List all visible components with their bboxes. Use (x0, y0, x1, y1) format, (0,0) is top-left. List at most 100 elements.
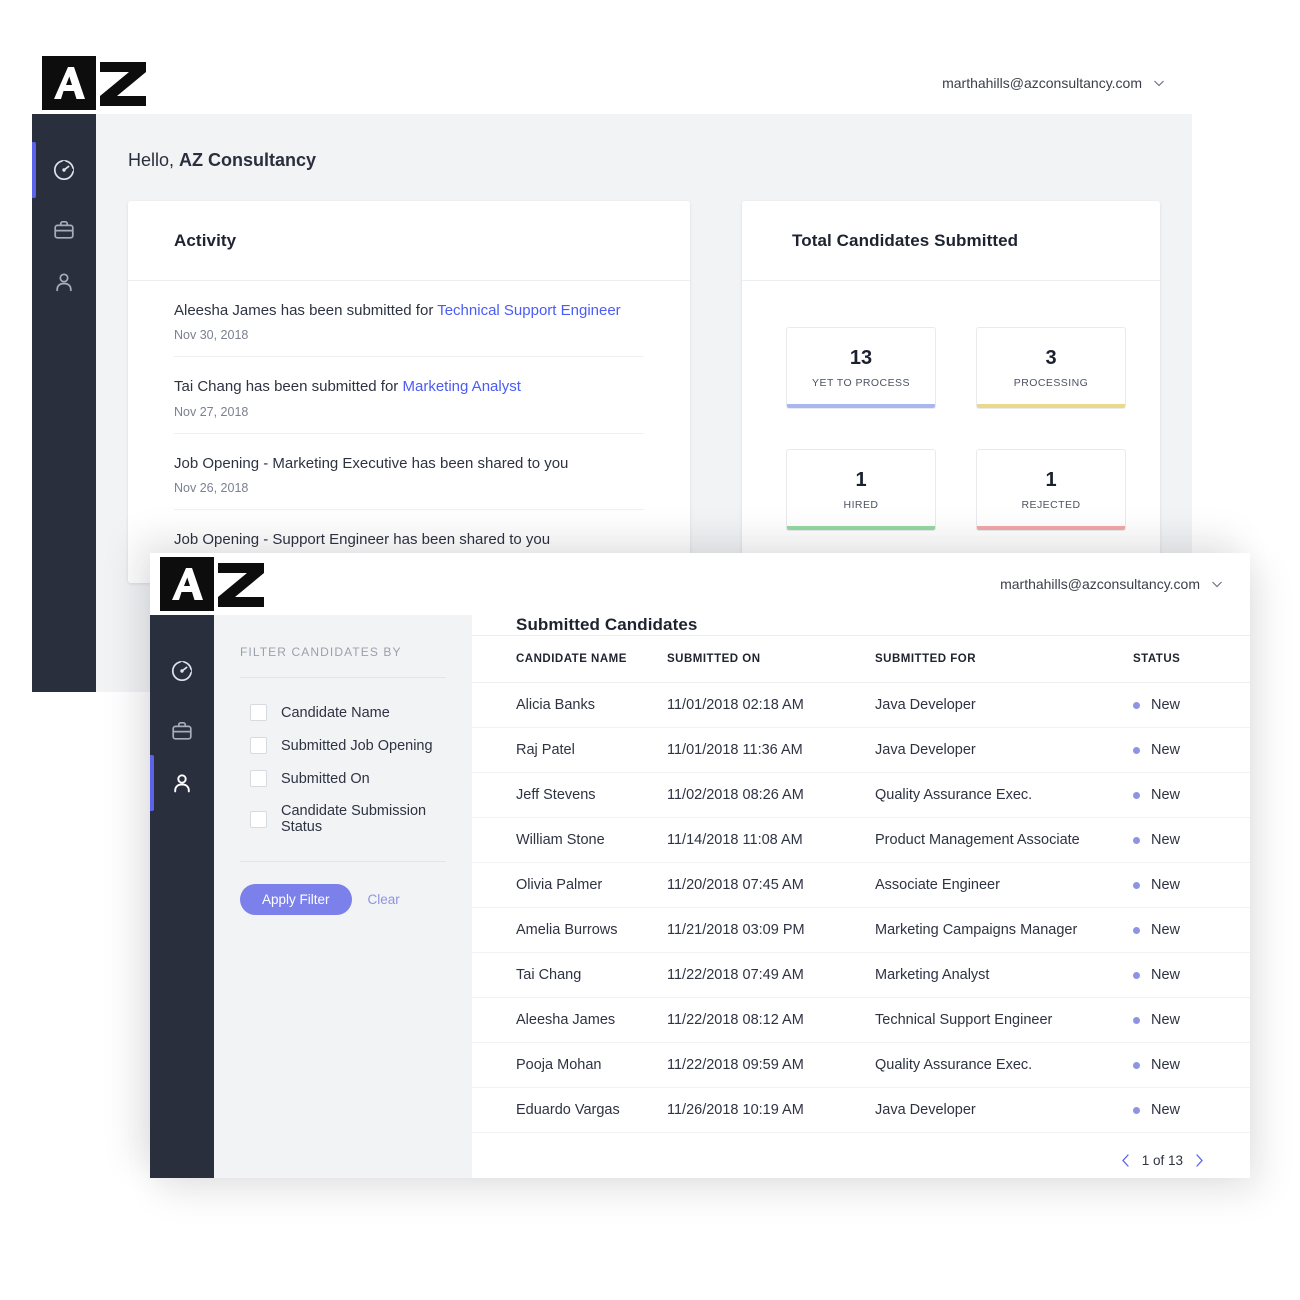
status-dot-icon (1133, 926, 1140, 934)
filter-option-submitted-job-opening[interactable]: Submitted Job Opening (250, 737, 446, 754)
table-row[interactable]: Tai Chang 11/22/2018 07:49 AM Marketing … (472, 952, 1250, 998)
activity-item-link[interactable]: Marketing Analyst (402, 378, 520, 395)
checkbox[interactable] (250, 737, 267, 754)
stat-card-rejected[interactable]: 1 REJECTED (976, 449, 1126, 531)
sidebar-item-candidates[interactable] (32, 256, 96, 308)
checkbox[interactable] (250, 810, 267, 828)
greeting-prefix: Hello, (128, 150, 180, 170)
filter-option-candidate-name[interactable]: Candidate Name (250, 704, 446, 721)
cell-submitted-for: Technical Support Engineer (875, 997, 1133, 1043)
sidebar-item-candidates[interactable] (150, 755, 214, 811)
cell-status: New (1133, 1087, 1250, 1133)
filter-option-candidate-submission-status[interactable]: Candidate Submission Status (250, 803, 446, 835)
table-row[interactable]: Aleesha James 11/22/2018 08:12 AM Techni… (472, 997, 1250, 1043)
checkbox[interactable] (250, 770, 267, 787)
status-label: New (1151, 1057, 1181, 1073)
stat-card-yet-to-process[interactable]: 13 YET TO PROCESS (786, 327, 936, 409)
activity-title: Activity (174, 230, 237, 250)
logo-a-icon (160, 557, 214, 611)
filter-option-label: Candidate Submission Status (281, 803, 427, 835)
activity-card-header: Activity (128, 201, 690, 281)
activity-item[interactable]: Aleesha James has been submitted for Tec… (174, 281, 644, 358)
cell-candidate-name: Eduardo Vargas (472, 1087, 667, 1133)
stat-card-processing[interactable]: 3 PROCESSING (976, 327, 1126, 409)
page-greeting: Hello, AZ Consultancy (128, 150, 1160, 171)
cell-candidate-name: Jeff Stevens (472, 772, 667, 818)
person-icon (56, 273, 72, 292)
activity-item-date: Nov 26, 2018 (174, 480, 249, 495)
filter-option-label: Submitted Job Opening (281, 737, 433, 754)
sidebar-active-indicator (32, 142, 36, 198)
cell-candidate-name: William Stone (472, 817, 667, 863)
brand-logo[interactable] (160, 557, 266, 611)
table-row[interactable]: Jeff Stevens 11/02/2018 08:26 AM Quality… (472, 772, 1250, 818)
table-row[interactable]: Alicia Banks 11/01/2018 02:18 AM Java De… (472, 682, 1250, 728)
filter-option-label: Candidate Name (281, 704, 390, 721)
activity-item[interactable]: Job Opening - Marketing Executive has be… (174, 434, 644, 510)
sidebar-item-dashboard[interactable] (32, 136, 96, 204)
stat-card-hired[interactable]: 1 HIRED (786, 449, 936, 531)
column-header-candidate-name[interactable]: CANDIDATE NAME (472, 636, 667, 683)
candidates-sidebar (150, 615, 214, 1178)
cell-status: New (1133, 862, 1250, 908)
column-header-submitted-on[interactable]: SUBMITTED ON (667, 636, 875, 683)
submitted-candidates-table: CANDIDATE NAME SUBMITTED ON SUBMITTED FO… (472, 636, 1250, 1133)
column-header-status[interactable]: STATUS (1133, 636, 1250, 683)
pagination-label: 1 of 13 (1141, 1153, 1183, 1168)
table-row[interactable]: Olivia Palmer 11/20/2018 07:45 AM Associ… (472, 862, 1250, 908)
apply-filter-button[interactable]: Apply Filter (240, 884, 352, 915)
cell-status: New (1133, 817, 1250, 863)
stat-accent-bar (787, 404, 935, 408)
status-label: New (1151, 742, 1181, 758)
stat-label: YET TO PROCESS (812, 376, 910, 389)
cell-candidate-name: Tai Chang (472, 952, 667, 998)
clear-filter-button[interactable]: Clear (368, 892, 400, 907)
table-row[interactable]: Raj Patel 11/01/2018 11:36 AM Java Devel… (472, 727, 1250, 773)
status-dot-icon (1133, 881, 1140, 889)
chevron-down-icon (1212, 581, 1222, 588)
checkbox[interactable] (250, 704, 267, 721)
cell-status: New (1133, 682, 1250, 728)
column-header-submitted-for[interactable]: SUBMITTED FOR (875, 636, 1133, 683)
status-dot-icon (1133, 746, 1140, 754)
dashboard-topbar: marthahills@azconsultancy.com (32, 52, 1192, 114)
table-row[interactable]: Eduardo Vargas 11/26/2018 10:19 AM Java … (472, 1087, 1250, 1133)
cell-submitted-on: 11/01/2018 02:18 AM (667, 682, 875, 728)
activity-item-link[interactable]: Technical Support Engineer (437, 302, 620, 319)
stat-accent-bar (977, 526, 1125, 530)
stat-value: 1 (1045, 468, 1057, 491)
activity-item-text: Tai Chang has been submitted for Marketi… (174, 377, 644, 397)
brand-logo[interactable] (42, 56, 148, 110)
chevron-right-icon[interactable] (1193, 1153, 1206, 1168)
candidates-table-panel: Submitted Candidates CANDIDATE NAME SUBM… (472, 615, 1250, 1178)
table-row[interactable]: Pooja Mohan 11/22/2018 09:59 AM Quality … (472, 1042, 1250, 1088)
cell-submitted-for: Java Developer (875, 1087, 1133, 1133)
activity-list: Aleesha James has been submitted for Tec… (128, 281, 690, 583)
cell-candidate-name: Amelia Burrows (472, 907, 667, 953)
cell-submitted-for: Associate Engineer (875, 862, 1133, 908)
cell-submitted-for: Quality Assurance Exec. (875, 772, 1133, 818)
sidebar-item-dashboard[interactable] (150, 637, 214, 705)
candidates-account-menu[interactable]: marthahills@azconsultancy.com (1000, 576, 1224, 592)
activity-item-text: Job Opening - Marketing Executive has be… (174, 454, 644, 474)
table-row[interactable]: Amelia Burrows 11/21/2018 03:09 PM Marke… (472, 907, 1250, 953)
activity-item-text: Job Opening - Support Engineer has been … (174, 530, 644, 550)
candidates-account-email: marthahills@azconsultancy.com (1000, 576, 1200, 592)
activity-item-date: Nov 30, 2018 (174, 328, 249, 343)
sidebar-item-jobs[interactable] (32, 204, 96, 256)
dashboard-account-menu[interactable]: marthahills@azconsultancy.com (942, 75, 1166, 91)
stat-accent-bar (977, 404, 1125, 408)
activity-item-text-before: Aleesha James has been submitted for (174, 302, 438, 319)
activity-item[interactable]: Tai Chang has been submitted for Marketi… (174, 357, 644, 434)
stat-value: 3 (1045, 346, 1057, 369)
filter-option-submitted-on[interactable]: Submitted On (250, 770, 446, 787)
filter-panel-title: FILTER CANDIDATES BY (240, 645, 446, 678)
dashboard-gauge-icon (53, 159, 75, 181)
table-row[interactable]: William Stone 11/14/2018 11:08 AM Produc… (472, 817, 1250, 863)
chevron-left-icon[interactable] (1119, 1153, 1132, 1168)
stats-grid: 13 YET TO PROCESS 3 PROCESSING 1 HIRED 1… (786, 327, 1160, 531)
sidebar-item-jobs[interactable] (150, 705, 214, 757)
table-body: Alicia Banks 11/01/2018 02:18 AM Java De… (472, 682, 1250, 1133)
table-header-row: CANDIDATE NAME SUBMITTED ON SUBMITTED FO… (472, 636, 1250, 683)
activity-item-text: Aleesha James has been submitted for Tec… (174, 301, 644, 321)
